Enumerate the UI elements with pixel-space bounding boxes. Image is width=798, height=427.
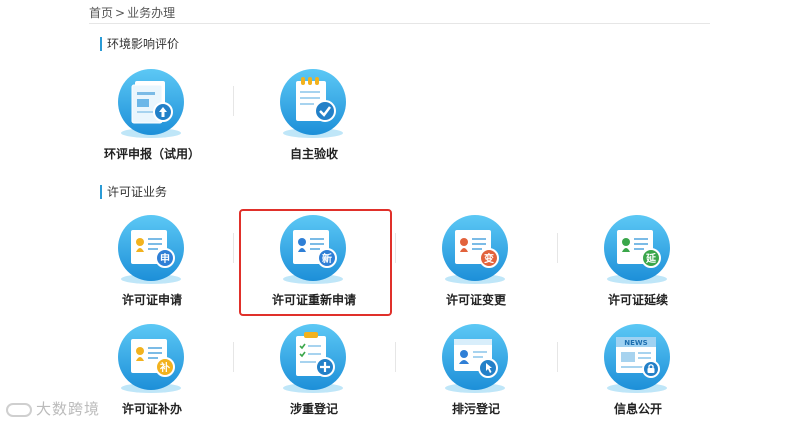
section-title-env: 环境影响评价 <box>100 37 179 51</box>
divider <box>395 233 396 263</box>
tile-permit-apply[interactable]: 申 许可证申请 <box>77 213 227 313</box>
badge-text: 申 <box>160 252 170 265</box>
divider <box>233 342 234 372</box>
news-text: NEWS <box>624 339 647 347</box>
selection-highlight <box>239 209 392 316</box>
document-upload-icon <box>118 69 184 138</box>
checklist-add-icon <box>280 324 346 393</box>
tile-permit-change[interactable]: 变 许可证变更 <box>401 213 551 313</box>
watermark-logo-icon <box>6 403 32 417</box>
divider <box>557 233 558 263</box>
id-card-pointer-icon <box>442 324 508 393</box>
breadcrumb-current: 业务办理 <box>127 6 176 20</box>
tile-label: 信息公开 <box>613 402 662 416</box>
tile-pollution-register[interactable]: 排污登记 <box>401 322 551 422</box>
section-title-permit: 许可证业务 <box>100 185 167 199</box>
tile-label: 许可证延续 <box>607 293 668 307</box>
tile-heavy-register[interactable]: 涉重登记 <box>239 322 389 422</box>
badge-text: 延 <box>645 252 657 265</box>
certificate-icon: 补 <box>118 324 184 393</box>
clipboard-check-icon <box>280 69 346 138</box>
divider <box>233 233 234 263</box>
header-divider <box>89 23 710 24</box>
certificate-icon: 申 <box>118 215 184 284</box>
tile-info-public[interactable]: NEWS 信息公开 <box>563 322 713 422</box>
watermark-text: 大数跨境 <box>36 400 101 418</box>
certificate-icon: 变 <box>442 215 508 284</box>
divider <box>395 342 396 372</box>
tile-label: 环评申报（试用） <box>103 147 200 161</box>
tile-self-acceptance[interactable]: 自主验收 <box>239 67 389 167</box>
tile-env-report[interactable]: 环评申报（试用） <box>77 67 227 167</box>
tile-label: 许可证变更 <box>445 293 506 307</box>
breadcrumb-home[interactable]: 首页 <box>89 6 113 20</box>
breadcrumb-separator: > <box>115 6 126 20</box>
newspaper-icon: NEWS <box>604 324 670 393</box>
divider <box>557 342 558 372</box>
tile-permit-extend[interactable]: 延 许可证延续 <box>563 213 713 313</box>
tile-label: 自主验收 <box>289 147 338 161</box>
tile-label: 涉重登记 <box>289 402 338 416</box>
tile-label: 许可证申请 <box>121 293 182 307</box>
breadcrumb: 首页 > 业务办理 <box>89 4 175 21</box>
tile-label: 排污登记 <box>451 402 500 416</box>
badge-text: 补 <box>159 361 170 374</box>
certificate-icon: 延 <box>604 215 670 284</box>
badge-text: 变 <box>484 252 494 265</box>
divider <box>233 86 234 116</box>
watermark: 大数跨境 <box>6 398 100 419</box>
